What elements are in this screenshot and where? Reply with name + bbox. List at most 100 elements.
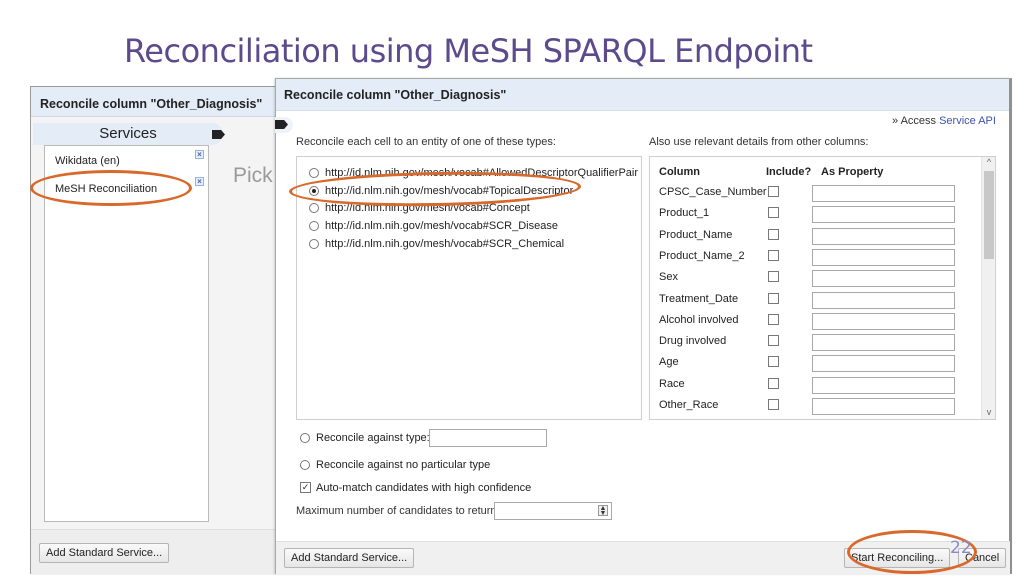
against-type-label: Reconcile against type: bbox=[316, 432, 430, 444]
column-row: Race bbox=[650, 375, 980, 396]
column-name: Alcohol involved bbox=[659, 313, 739, 326]
column-name: Product_Name bbox=[659, 228, 733, 241]
max-candidates-label: Maximum number of candidates to return bbox=[296, 505, 497, 517]
column-row: Drug involved bbox=[650, 332, 980, 353]
property-input[interactable] bbox=[812, 398, 955, 415]
services-label: Services bbox=[99, 125, 157, 142]
front-dialog-title: Reconcile column "Other_Diagnosis" bbox=[276, 79, 1009, 111]
automatch-label: Auto-match candidates with high confiden… bbox=[316, 482, 532, 494]
scroll-up-icon[interactable]: ^ bbox=[982, 157, 995, 167]
type-label: http://id.nlm.nih.gov/mesh/vocab#Topical… bbox=[325, 185, 574, 197]
pick-service-prompt: Pick bbox=[233, 164, 273, 187]
types-list: http://id.nlm.nih.gov/mesh/vocab#Allowed… bbox=[296, 156, 642, 420]
access-service-api: » Access Service API bbox=[892, 115, 996, 127]
include-header: Include? bbox=[766, 166, 812, 178]
type-radio[interactable] bbox=[309, 203, 319, 213]
property-input[interactable] bbox=[812, 206, 955, 224]
property-input[interactable] bbox=[812, 355, 955, 373]
scroll-thumb[interactable] bbox=[984, 171, 994, 259]
include-checkbox[interactable] bbox=[768, 228, 779, 240]
slide-title: Reconciliation using MeSH SPARQL Endpoin… bbox=[124, 32, 813, 70]
side-tab[interactable] bbox=[275, 117, 293, 133]
property-input[interactable] bbox=[812, 185, 955, 202]
property-input[interactable] bbox=[812, 334, 955, 352]
against-type-radio[interactable] bbox=[300, 433, 310, 443]
column-row: Other_Race bbox=[650, 396, 980, 417]
property-input[interactable] bbox=[812, 270, 955, 288]
types-label: Reconcile each cell to an entity of one … bbox=[296, 136, 556, 148]
column-row: Product_Name_2 bbox=[650, 247, 980, 268]
services-list: Wikidata (en) × MeSH Reconciliation × bbox=[44, 145, 209, 522]
include-checkbox[interactable] bbox=[768, 292, 779, 304]
type-radio-selected[interactable] bbox=[309, 186, 319, 196]
include-checkbox[interactable] bbox=[768, 313, 779, 325]
access-prefix: » Access bbox=[892, 115, 937, 127]
back-dialog-footer: Add Standard Service... bbox=[31, 529, 281, 575]
front-reconcile-dialog: Reconcile column "Other_Diagnosis" » Acc… bbox=[275, 78, 1012, 575]
column-row: Hispanic_Origin bbox=[650, 417, 980, 420]
column-row: Alcohol involved bbox=[650, 311, 980, 332]
max-candidates-input[interactable]: ▲ ▼ bbox=[494, 502, 612, 520]
type-label: http://id.nlm.nih.gov/mesh/vocab#SCR_Dis… bbox=[325, 220, 558, 232]
include-checkbox[interactable] bbox=[768, 399, 779, 410]
collapse-tag-icon[interactable] bbox=[212, 130, 225, 139]
column-name: Drug involved bbox=[659, 335, 727, 348]
type-label: http://id.nlm.nih.gov/mesh/vocab#Concept bbox=[325, 202, 530, 214]
scroll-down-icon[interactable]: v bbox=[982, 407, 995, 417]
remove-service-icon[interactable]: × bbox=[195, 150, 204, 159]
property-input[interactable] bbox=[812, 291, 955, 309]
add-standard-service-button[interactable]: Add Standard Service... bbox=[284, 548, 415, 568]
column-name: Other_Race bbox=[659, 399, 719, 411]
include-checkbox[interactable] bbox=[768, 207, 779, 219]
type-radio[interactable] bbox=[309, 239, 319, 249]
include-checkbox[interactable] bbox=[768, 335, 779, 347]
include-checkbox[interactable] bbox=[768, 356, 779, 368]
as-property-header: As Property bbox=[821, 166, 884, 178]
type-radio[interactable] bbox=[309, 168, 319, 178]
front-dialog-footer: Add Standard Service... Start Reconcilin… bbox=[276, 541, 1010, 575]
against-type-input[interactable] bbox=[429, 429, 547, 447]
tag-icon bbox=[275, 120, 288, 129]
column-name: Product_Name_2 bbox=[659, 249, 745, 262]
service-item-wikidata[interactable]: Wikidata (en) bbox=[55, 155, 120, 167]
service-item-mesh[interactable]: MeSH Reconciliation bbox=[55, 183, 157, 195]
property-input[interactable] bbox=[812, 376, 955, 394]
services-header: Services bbox=[33, 123, 223, 145]
spinner-icon[interactable]: ▲ ▼ bbox=[598, 505, 608, 517]
no-type-radio[interactable] bbox=[300, 460, 310, 470]
page-number: 22 bbox=[950, 538, 972, 558]
include-checkbox[interactable] bbox=[768, 271, 779, 283]
column-row: Age bbox=[650, 353, 980, 374]
type-label: http://id.nlm.nih.gov/mesh/vocab#SCR_Che… bbox=[325, 238, 565, 250]
column-name: Sex bbox=[659, 271, 678, 284]
back-dialog-title: Reconcile column "Other_Diagnosis" bbox=[31, 87, 280, 117]
add-standard-service-button[interactable]: Add Standard Service... bbox=[39, 543, 170, 563]
column-name: Age bbox=[659, 356, 679, 369]
property-input[interactable] bbox=[812, 312, 955, 330]
type-label: http://id.nlm.nih.gov/mesh/vocab#Allowed… bbox=[325, 167, 639, 179]
column-row: Product_1 bbox=[650, 204, 980, 225]
column-header: Column bbox=[659, 166, 700, 178]
column-row: Sex bbox=[650, 268, 980, 289]
start-reconciling-button[interactable]: Start Reconciling... bbox=[844, 548, 951, 568]
property-input[interactable] bbox=[812, 227, 955, 245]
automatch-checkbox[interactable]: ✓ bbox=[300, 482, 311, 493]
column-row: Product_Name bbox=[650, 226, 980, 247]
columns-scrollbar[interactable]: ^ v bbox=[981, 157, 995, 419]
column-name: Product_1 bbox=[659, 207, 710, 220]
remove-service-icon[interactable]: × bbox=[195, 177, 204, 186]
column-row: Treatment_Date bbox=[650, 290, 980, 311]
service-api-link[interactable]: Service API bbox=[939, 115, 996, 127]
type-radio[interactable] bbox=[309, 221, 319, 231]
no-type-label: Reconcile against no particular type bbox=[316, 459, 491, 471]
include-checkbox[interactable] bbox=[768, 249, 779, 261]
include-checkbox[interactable] bbox=[768, 377, 779, 389]
column-name: CPSC_Case_Number bbox=[659, 186, 767, 198]
include-checkbox[interactable] bbox=[768, 186, 779, 197]
columns-table: Column Include? As Property CPSC_Case_Nu… bbox=[649, 156, 996, 420]
details-label: Also use relevant details from other col… bbox=[649, 136, 869, 148]
column-name: Race bbox=[659, 377, 685, 390]
column-row: CPSC_Case_Number bbox=[650, 183, 980, 204]
property-input[interactable] bbox=[812, 248, 955, 266]
property-input[interactable] bbox=[812, 419, 955, 420]
